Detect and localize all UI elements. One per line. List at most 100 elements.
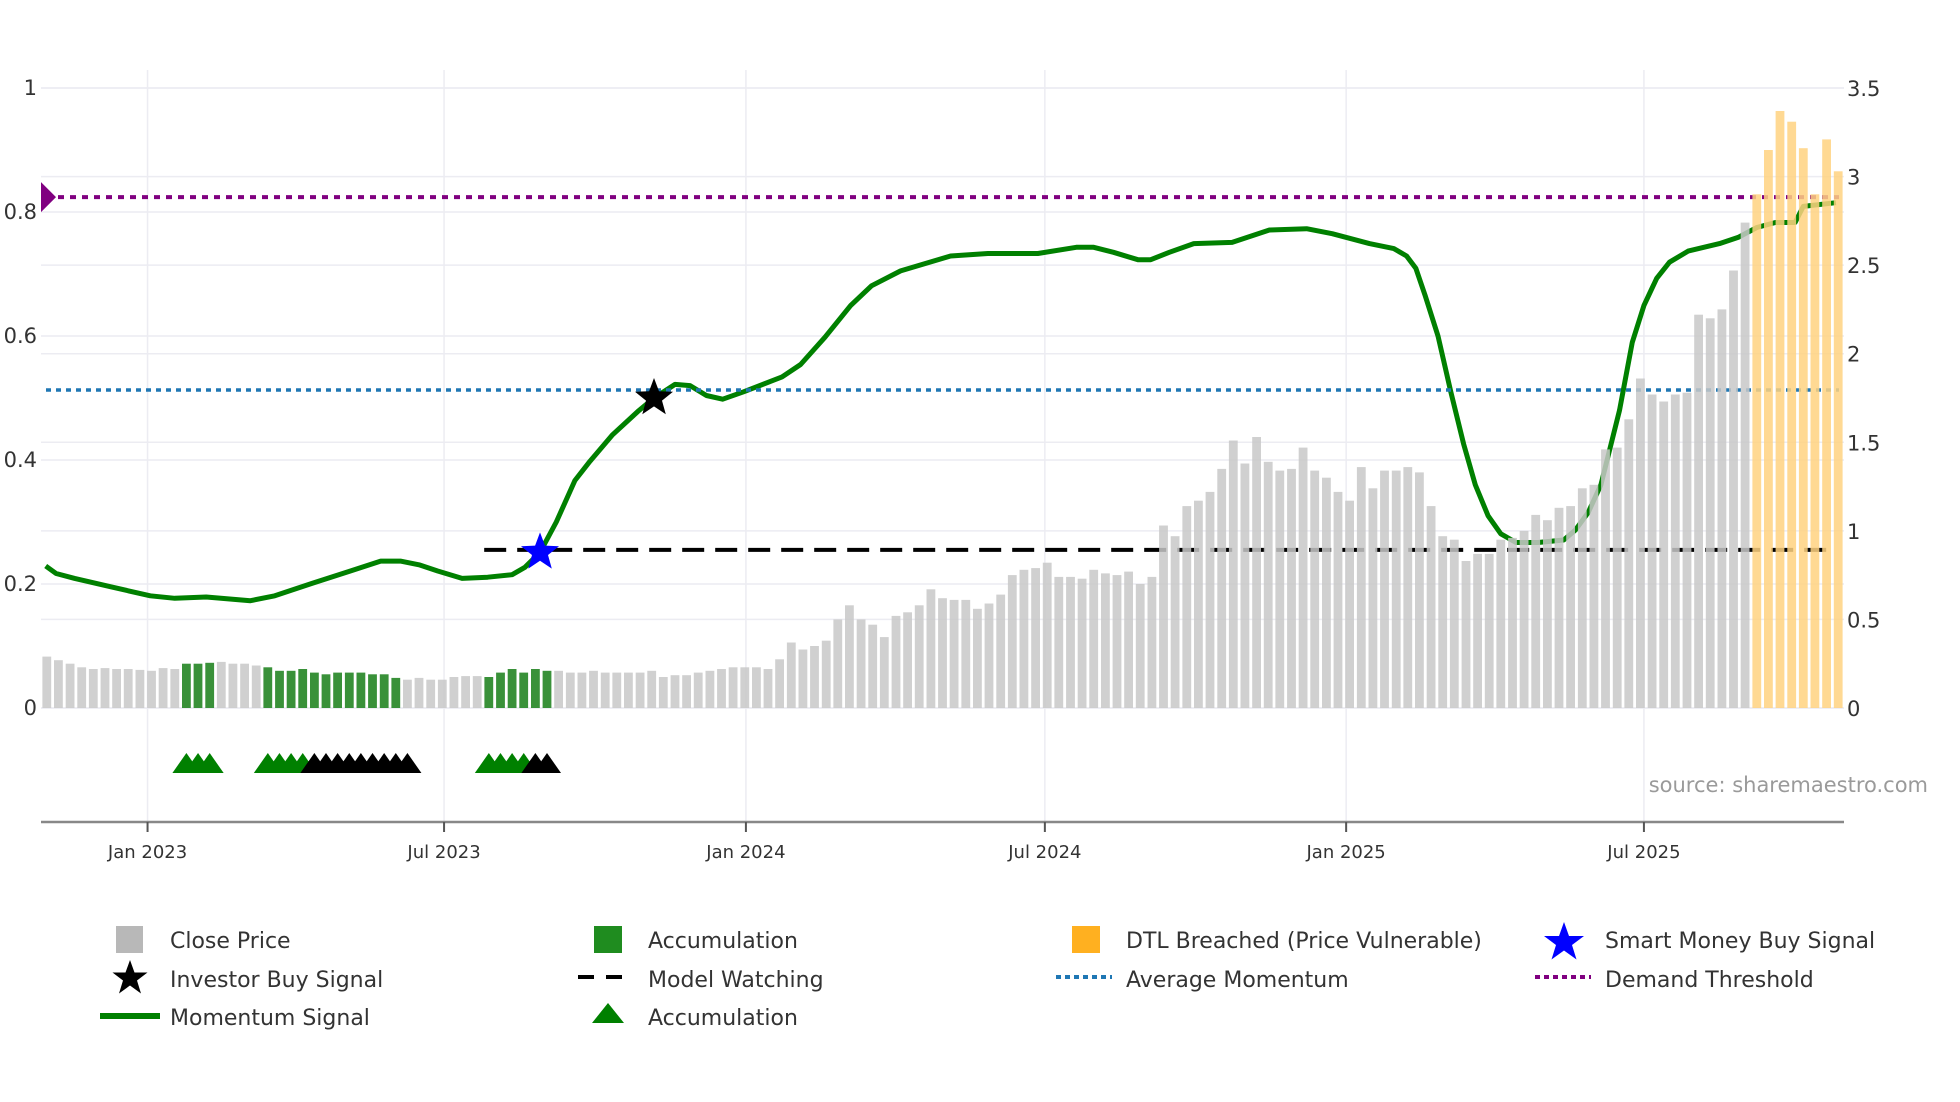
line-swatch-icon (100, 1013, 160, 1019)
close-price-bar (123, 669, 133, 708)
legend-smart-money: Smart Money Buy Signal (1605, 929, 1875, 954)
close-price-bar (403, 679, 412, 708)
close-price-bar (1577, 488, 1587, 708)
close-price-bar (996, 594, 1006, 708)
close-price-bar (1391, 470, 1401, 708)
close-price-bar (1345, 500, 1354, 708)
signal-markers (172, 753, 562, 773)
close-price-bar (135, 669, 145, 708)
close-price-bar (1310, 470, 1320, 708)
close-price-bar (1426, 506, 1436, 708)
close-price-bar (1624, 419, 1634, 708)
left-axis-tick-label: 0.8 (4, 200, 37, 224)
close-price-bar (1380, 470, 1389, 708)
close-price-bar (228, 663, 238, 708)
close-price-bar (1566, 506, 1575, 708)
legend: Close Price Investor Buy Signal Momentum… (100, 922, 1875, 1031)
close-price-bar (833, 619, 843, 708)
close-price-bar (1205, 491, 1215, 708)
close-price-bar (635, 672, 645, 708)
close-price-bar (949, 599, 959, 708)
accumulation-bar (496, 672, 505, 708)
close-price-bar (437, 679, 447, 708)
accumulation-bar (542, 670, 552, 708)
close-price-bar (1554, 507, 1564, 708)
right-axis-tick-label: 2.5 (1847, 254, 1880, 278)
close-price-bar (147, 670, 156, 708)
close-price-bar (1182, 506, 1192, 708)
dtl-breached-bar (1752, 194, 1762, 709)
close-price-bar (600, 672, 610, 708)
close-price-bar (42, 656, 52, 708)
close-price-bar (879, 637, 889, 708)
legend-average-momentum: Average Momentum (1126, 968, 1349, 993)
close-price-bar (472, 676, 482, 708)
close-price-bar (1589, 484, 1599, 708)
close-price-bar (1101, 573, 1110, 708)
right-axis-tick-label: 0.5 (1847, 608, 1880, 632)
close-price-bar (1112, 575, 1122, 708)
close-price-bar (1194, 500, 1203, 708)
dtl-breached-bar (1764, 150, 1773, 708)
close-price-bar (251, 665, 261, 708)
right-axis-tick-label: 3 (1847, 166, 1860, 190)
close-price-bar (1019, 569, 1029, 708)
close-price-bar (1612, 447, 1622, 708)
close-price-bar (414, 677, 424, 708)
close-price-bar (1159, 525, 1168, 708)
close-price-bar (961, 599, 971, 708)
close-price-bar (1461, 561, 1471, 708)
close-price-bar (1636, 378, 1645, 708)
close-price-bar (1403, 467, 1413, 708)
accumulation-bar (531, 669, 540, 708)
close-price-swatch-icon (116, 926, 143, 953)
close-price-bar (1647, 394, 1657, 708)
close-price-bar (1031, 568, 1040, 708)
source-label: source: sharemaestro.com (1649, 773, 1928, 797)
accumulation-bar (263, 667, 273, 708)
close-price-bar (926, 589, 936, 708)
right-axis-ticks: 0 0.5 1 1.5 2 2.5 3 3.5 (1847, 77, 1880, 721)
close-price-bar (658, 677, 668, 708)
close-price-bar (1077, 578, 1087, 708)
close-price-bar (868, 624, 878, 708)
accumulation-bar (182, 663, 191, 708)
accumulation-bar (484, 677, 494, 708)
dtl-breached-bar (1798, 148, 1808, 708)
close-price-bar (1089, 569, 1099, 708)
close-price-bar (461, 676, 470, 708)
legend-demand-threshold: Demand Threshold (1605, 968, 1814, 993)
x-axis-tick-label: Jul 2024 (1007, 842, 1081, 863)
accumulation-bar (344, 672, 354, 708)
close-price-bar (1670, 394, 1680, 708)
momentum-chart: 0 0.2 0.4 0.6 0.8 1 0 0.5 1 1.5 2 2.5 3 3.5 Jan 2023… (4, 70, 1928, 1031)
close-price-bar (1298, 447, 1308, 708)
close-price-bar (100, 668, 110, 708)
left-axis-tick-label: 1 (24, 76, 37, 100)
close-price-bar (426, 679, 436, 708)
close-price-bar (973, 608, 982, 708)
x-axis-tick-label: Jul 2023 (406, 842, 480, 863)
left-axis-tick-label: 0.4 (4, 448, 37, 472)
close-price-bar (449, 677, 459, 708)
accumulation-bar (205, 662, 215, 708)
legend-investor-buy: Investor Buy Signal (170, 968, 383, 993)
right-axis-tick-label: 2 (1847, 343, 1860, 367)
close-price-bar (1356, 467, 1366, 708)
close-price-bar (1007, 575, 1017, 708)
close-price-bar (589, 670, 598, 708)
close-price-bar (1519, 530, 1529, 708)
demand-threshold-diamond-icon (41, 182, 56, 213)
accumulation-bar (391, 677, 401, 708)
dtl-breached-bar (1810, 194, 1820, 709)
x-axis-tick-label: Jan 2023 (107, 842, 187, 863)
accumulation-bar (286, 670, 296, 708)
close-price-bar (612, 672, 622, 708)
close-price-bar (1659, 401, 1669, 708)
close-price-bar (1449, 539, 1459, 708)
close-price-bar (1484, 553, 1494, 708)
legend-momentum-signal: Momentum Signal (170, 1006, 370, 1031)
close-price-bar (170, 669, 180, 708)
accumulation-bar (356, 672, 366, 708)
close-price-bar (670, 675, 680, 708)
